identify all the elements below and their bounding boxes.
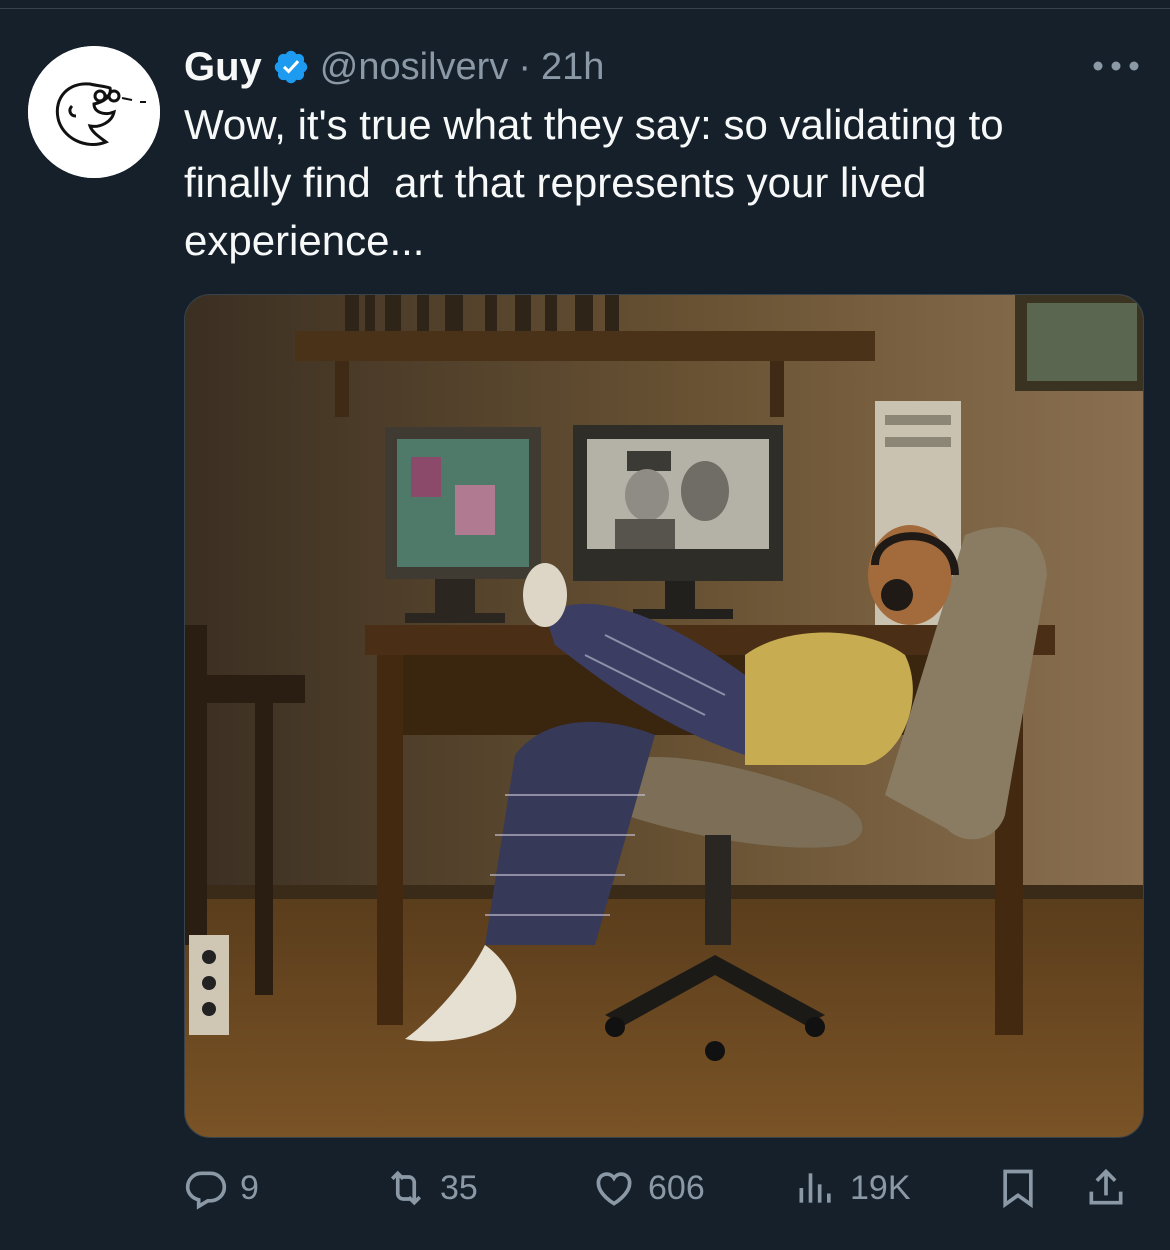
reply-button[interactable]: 9 — [184, 1160, 259, 1216]
share-icon — [1089, 1168, 1123, 1205]
repost-icon — [390, 1170, 422, 1206]
more-dots-icon — [1093, 61, 1139, 71]
verified-badge-icon — [272, 48, 310, 86]
painting-illustration — [185, 295, 1143, 1137]
display-name[interactable]: Guy — [184, 45, 262, 90]
tweet-text: Wow, it's true what they say: so validat… — [184, 101, 1004, 264]
share-button[interactable] — [1084, 1160, 1128, 1216]
reply-icon — [185, 1171, 227, 1210]
user-handle[interactable]: @nosilverv — [320, 46, 509, 89]
tweet-header: Guy @nosilverv · 21h — [184, 42, 604, 92]
views-count: 19K — [850, 1168, 911, 1207]
views-button[interactable]: 19K — [794, 1160, 911, 1216]
like-button[interactable]: 606 — [592, 1160, 705, 1216]
views-bars-icon — [799, 1173, 831, 1203]
heart-icon — [596, 1172, 632, 1206]
top-divider — [0, 8, 1170, 9]
like-count: 606 — [648, 1168, 705, 1207]
reply-count: 9 — [240, 1168, 259, 1207]
bookmark-icon — [1003, 1169, 1033, 1209]
doodle-face-avatar-icon — [28, 46, 160, 178]
more-options-button[interactable] — [1086, 48, 1146, 84]
repost-button[interactable]: 35 — [384, 1160, 478, 1216]
bookmark-button[interactable] — [996, 1160, 1040, 1216]
user-avatar[interactable] — [28, 46, 160, 178]
tweet-image[interactable] — [184, 294, 1144, 1138]
tweet-timestamp[interactable]: 21h — [541, 46, 604, 89]
action-bar: 9 35 606 19K — [184, 1160, 1142, 1216]
repost-count: 35 — [440, 1168, 478, 1207]
separator-dot: · — [518, 45, 531, 88]
